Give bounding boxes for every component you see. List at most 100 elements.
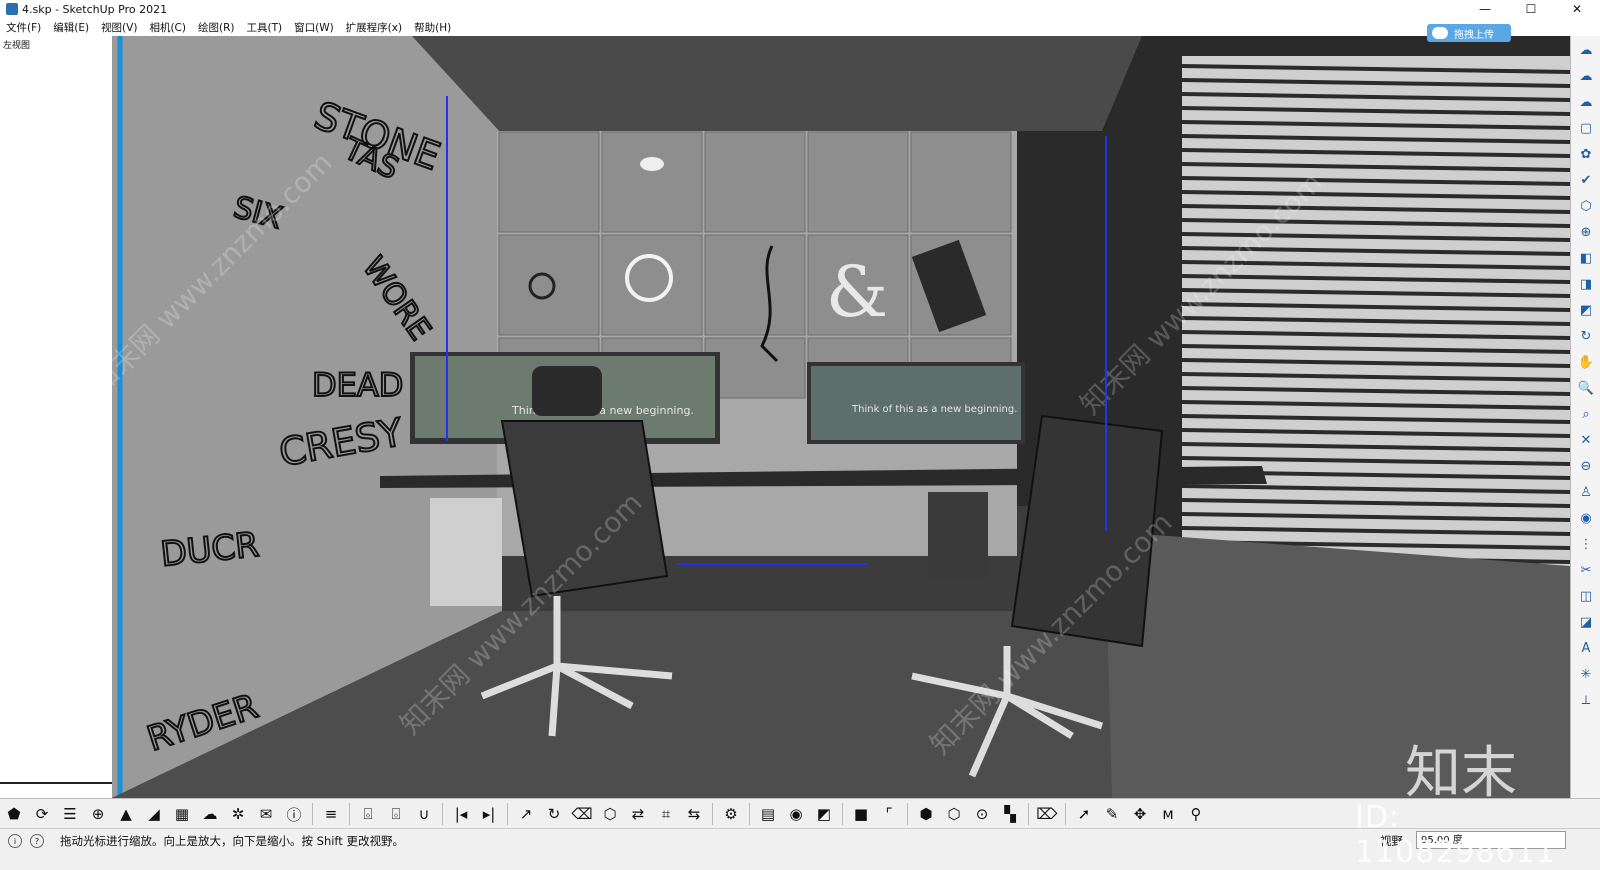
crop-icon[interactable]: ⌗ xyxy=(654,802,678,826)
toolbar-separator xyxy=(749,803,750,825)
maximize-button[interactable]: ☐ xyxy=(1508,0,1554,18)
next-icon[interactable]: ▸| xyxy=(477,802,501,826)
rotate-icon[interactable]: ↻ xyxy=(542,802,566,826)
menu-edit[interactable]: 编辑(E) xyxy=(53,20,89,35)
swap-icon[interactable]: ⇆ xyxy=(682,802,706,826)
menu-help[interactable]: 帮助(H) xyxy=(414,20,451,35)
upload-button[interactable]: 拖拽上传 xyxy=(1427,24,1511,42)
screen-caption-right: Think of this as a new beginning. xyxy=(851,404,1017,415)
notes-icon[interactable]: ▤ xyxy=(756,802,780,826)
pc-tower-left xyxy=(430,498,502,606)
magnet-icon[interactable]: ∪ xyxy=(412,802,436,826)
box-icon[interactable]: ⬡ xyxy=(598,802,622,826)
text-icon[interactable]: A xyxy=(1575,637,1597,659)
bulb-icon[interactable]: ◉ xyxy=(784,802,808,826)
select-arrow-icon[interactable]: ➚ xyxy=(1072,802,1096,826)
cloud-icon[interactable]: ☁ xyxy=(1575,39,1597,61)
toolbar-separator xyxy=(1028,803,1029,825)
grid-icon[interactable]: ▚ xyxy=(998,802,1022,826)
gear-group-icon[interactable]: ✲ xyxy=(226,802,250,826)
left-view-panel[interactable]: 左视图 xyxy=(0,36,113,798)
info-icon[interactable]: ⓘ xyxy=(282,802,306,826)
menu-draw[interactable]: 绘图(R) xyxy=(198,20,235,35)
contrast-icon[interactable]: ◩ xyxy=(812,802,836,826)
warehouse-icon[interactable]: ⬟ xyxy=(2,802,26,826)
tree-icon[interactable]: ▲ xyxy=(114,802,138,826)
cloud-upload-icon[interactable]: ☁ xyxy=(1575,91,1597,113)
menu-tools[interactable]: 工具(T) xyxy=(246,20,282,35)
status-message: 拖动光标进行缩放。向上是放大，向下是缩小。按 Shift 更改视野。 xyxy=(60,834,404,848)
zoom-window-icon[interactable]: ⌕ xyxy=(1575,403,1597,425)
move-axis-icon[interactable]: ⊕ xyxy=(1575,221,1597,243)
left-panel-footer xyxy=(0,782,112,798)
hexagon-icon[interactable]: ⬢ xyxy=(914,802,938,826)
refresh-icon[interactable]: ⟳ xyxy=(30,802,54,826)
status-help-icon[interactable]: ? xyxy=(30,834,44,848)
settings-icon[interactable]: ⚙ xyxy=(719,802,743,826)
chart-icon[interactable]: ◢ xyxy=(142,802,166,826)
menu-file[interactable]: 文件(F) xyxy=(6,20,41,35)
cube-front-icon[interactable]: ◩ xyxy=(1575,299,1597,321)
section-plane-icon[interactable]: ✂ xyxy=(1575,559,1597,581)
person-icon[interactable]: ⚲ xyxy=(1184,802,1208,826)
mail-icon[interactable]: ✉ xyxy=(254,802,278,826)
walk-icon[interactable]: ⋮ xyxy=(1575,533,1597,555)
component-icon[interactable]: ✿ xyxy=(1575,143,1597,165)
cloud-upload-icon[interactable]: ☁ xyxy=(198,802,222,826)
section-fill-icon[interactable]: ◪ xyxy=(1575,611,1597,633)
toolbar-separator xyxy=(712,803,713,825)
watermark-logo: 知末 xyxy=(1405,741,1517,806)
position-camera-icon[interactable]: ♙ xyxy=(1575,481,1597,503)
move-icon[interactable]: ✥ xyxy=(1128,802,1152,826)
tape-icon[interactable]: ᴍ xyxy=(1156,802,1180,826)
menu-extensions[interactable]: 扩展程序(x) xyxy=(346,20,402,35)
section-display-icon[interactable]: ◫ xyxy=(1575,585,1597,607)
watermark-id: ID: 1108298611 xyxy=(1355,800,1556,870)
list-icon[interactable]: ≡ xyxy=(319,802,343,826)
cloud-sync-icon[interactable]: ☁ xyxy=(1575,65,1597,87)
orbit-icon[interactable]: ↻ xyxy=(1575,325,1597,347)
toolbar-separator xyxy=(1065,803,1066,825)
axes-icon[interactable]: ✳ xyxy=(1575,663,1597,685)
zoom-previous-icon[interactable]: ⊖ xyxy=(1575,455,1597,477)
minimize-button[interactable]: — xyxy=(1462,0,1508,18)
basket-red-icon[interactable]: ⌺ xyxy=(356,802,380,826)
checker-icon[interactable]: ▦ xyxy=(170,802,194,826)
menu-window[interactable]: 窗口(W) xyxy=(294,20,334,35)
package-icon[interactable]: ⬡ xyxy=(1575,195,1597,217)
zoom-icon[interactable]: 🔍 xyxy=(1575,377,1597,399)
select-box-icon[interactable]: ▢ xyxy=(1575,117,1597,139)
look-around-icon[interactable]: ◉ xyxy=(1575,507,1597,529)
gamepad-decor xyxy=(640,157,664,171)
add-circle-icon[interactable]: ⊕ xyxy=(86,802,110,826)
close-button[interactable]: ✕ xyxy=(1554,0,1600,18)
toolbar-separator xyxy=(312,803,313,825)
upload-button-label: 拖拽上传 xyxy=(1454,29,1494,41)
square-blue-icon[interactable]: ■ xyxy=(849,802,873,826)
node-icon[interactable]: ⊙ xyxy=(970,802,994,826)
trash-icon[interactable]: ⌫ xyxy=(570,802,594,826)
pc-tower-right xyxy=(928,492,988,577)
eraser-icon[interactable]: ⌦ xyxy=(1035,802,1059,826)
status-info-icon[interactable]: i xyxy=(8,834,22,848)
pencil-icon[interactable]: ✎ xyxy=(1100,802,1124,826)
monitor-right: Think of this as a new beginning. xyxy=(807,362,1025,444)
right-toolbar: ☁ ☁ ☁ ▢ ✿ ✔ ⬡ ⊕ ◧ ◨ ◩ ↻ ✋ 🔍 ⌕ ✕ ⊖ ♙ ◉ ⋮ ✂ ◫ ◪ A ✳ ⟂ xyxy=(1570,36,1600,798)
hexagon-outline-icon[interactable]: ⬡ xyxy=(942,802,966,826)
graffiti-2: DEAD xyxy=(312,366,403,404)
layers-icon[interactable]: ☰ xyxy=(58,802,82,826)
menu-view[interactable]: 视图(V) xyxy=(101,20,137,35)
cube-top-icon[interactable]: ◨ xyxy=(1575,273,1597,295)
cube-view-icon[interactable]: ◧ xyxy=(1575,247,1597,269)
pan-icon[interactable]: ✋ xyxy=(1575,351,1597,373)
export-icon[interactable]: ↗ xyxy=(514,802,538,826)
prev-icon[interactable]: |◂ xyxy=(449,802,473,826)
corners-icon[interactable]: ⌜ xyxy=(877,802,901,826)
shuffle-icon[interactable]: ⇄ xyxy=(626,802,650,826)
check-icon[interactable]: ✔ xyxy=(1575,169,1597,191)
3d-viewport[interactable]: & Think of this as a new beginning. Thin… xyxy=(112,36,1570,798)
basket-blue-icon[interactable]: ⌺ xyxy=(384,802,408,826)
menu-camera[interactable]: 相机(C) xyxy=(149,20,186,35)
dimension-icon[interactable]: ⟂ xyxy=(1575,689,1597,711)
zoom-extents-icon[interactable]: ✕ xyxy=(1575,429,1597,451)
